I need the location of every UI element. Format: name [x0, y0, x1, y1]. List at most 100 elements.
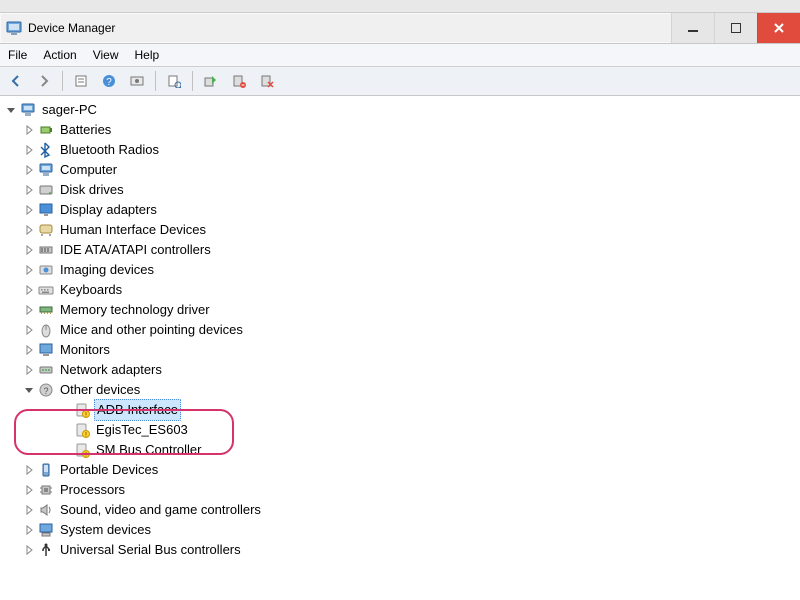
- tree-node-ide-ata-atapi-controllers[interactable]: IDE ATA/ATAPI controllers: [4, 240, 800, 260]
- tree-node-label: Computer: [58, 160, 119, 180]
- tree-node-label: Keyboards: [58, 280, 124, 300]
- tree-node-disk-drives[interactable]: Disk drives: [4, 180, 800, 200]
- expander-closed-icon[interactable]: [22, 143, 36, 157]
- menubar: File Action View Help: [0, 44, 800, 67]
- tree-node-portable-devices[interactable]: Portable Devices: [4, 460, 800, 480]
- tree-node-label: Portable Devices: [58, 460, 160, 480]
- unknown-icon: !: [74, 442, 90, 458]
- menu-action[interactable]: Action: [43, 48, 76, 62]
- tree-node-bluetooth-radios[interactable]: Bluetooth Radios: [4, 140, 800, 160]
- system-icon: [38, 522, 54, 538]
- toolbar-scan-button[interactable]: [162, 69, 186, 93]
- expander-closed-icon[interactable]: [22, 183, 36, 197]
- svg-text:!: !: [85, 433, 87, 439]
- expander-closed-icon[interactable]: [22, 243, 36, 257]
- tree-node-label: Display adapters: [58, 200, 159, 220]
- expander-closed-icon[interactable]: [22, 283, 36, 297]
- expander-closed-icon[interactable]: [22, 163, 36, 177]
- tree-node-egistec-es603[interactable]: ! EgisTec_ES603: [4, 420, 800, 440]
- expander-open-icon[interactable]: [4, 103, 18, 117]
- tree-node-keyboards[interactable]: Keyboards: [4, 280, 800, 300]
- expander-closed-icon[interactable]: [22, 363, 36, 377]
- tree-node-label: Monitors: [58, 340, 112, 360]
- toolbar-back-button[interactable]: [4, 69, 28, 93]
- menu-file[interactable]: File: [8, 48, 27, 62]
- tree-node-system-devices[interactable]: System devices: [4, 520, 800, 540]
- expander-closed-icon[interactable]: [22, 203, 36, 217]
- svg-text:?: ?: [43, 386, 48, 396]
- maximize-button[interactable]: [714, 13, 757, 43]
- tree-node-label: Processors: [58, 480, 127, 500]
- toolbar: ?: [0, 67, 800, 96]
- tree-node-adb-interface[interactable]: ! ADB Interface: [4, 400, 800, 420]
- tree-node-monitors[interactable]: Monitors: [4, 340, 800, 360]
- tree-node-root[interactable]: sager-PC: [4, 100, 800, 120]
- toolbar-properties-button[interactable]: [69, 69, 93, 93]
- menu-help[interactable]: Help: [135, 48, 160, 62]
- tree-node-label: Other devices: [58, 380, 142, 400]
- expander-closed-icon[interactable]: [22, 343, 36, 357]
- usb-icon: [38, 542, 54, 558]
- tree-node-label: EgisTec_ES603: [94, 420, 190, 440]
- tree-node-other-devices[interactable]: ? Other devices: [4, 380, 800, 400]
- expander-closed-icon[interactable]: [22, 523, 36, 537]
- toolbar-disable-button[interactable]: [255, 69, 279, 93]
- expander-closed-icon[interactable]: [22, 263, 36, 277]
- tree-node-human-interface-devices[interactable]: Human Interface Devices: [4, 220, 800, 240]
- memory-icon: [38, 302, 54, 318]
- device-tree[interactable]: sager-PCBatteriesBluetooth RadiosCompute…: [0, 96, 800, 564]
- tree-node-memory-technology-driver[interactable]: Memory technology driver: [4, 300, 800, 320]
- menu-view[interactable]: View: [93, 48, 119, 62]
- unknown-icon: !: [74, 402, 90, 418]
- tree-node-network-adapters[interactable]: Network adapters: [4, 360, 800, 380]
- unknown-icon: !: [74, 422, 90, 438]
- svg-text:!: !: [85, 413, 87, 419]
- expander-closed-icon[interactable]: [22, 223, 36, 237]
- hid-icon: [38, 222, 54, 238]
- background-strip: [0, 0, 800, 13]
- svg-text:?: ?: [106, 77, 112, 88]
- other-icon: ?: [38, 382, 54, 398]
- expander-closed-icon[interactable]: [22, 123, 36, 137]
- expander-open-icon[interactable]: [22, 383, 36, 397]
- tree-node-sm-bus-controller[interactable]: ! SM Bus Controller: [4, 440, 800, 460]
- toolbar-help-button[interactable]: ?: [97, 69, 121, 93]
- computer-icon: [20, 102, 36, 118]
- tree-node-label: sager-PC: [40, 100, 99, 120]
- tree-node-batteries[interactable]: Batteries: [4, 120, 800, 140]
- tree-node-label: Batteries: [58, 120, 113, 140]
- cpu-icon: [38, 482, 54, 498]
- tree-node-computer[interactable]: Computer: [4, 160, 800, 180]
- tree-node-display-adapters[interactable]: Display adapters: [4, 200, 800, 220]
- tree-node-label: ADB Interface: [94, 399, 181, 421]
- window-title: Device Manager: [28, 21, 115, 35]
- toolbar-uninstall-button[interactable]: [227, 69, 251, 93]
- ide-icon: [38, 242, 54, 258]
- tree-node-label: System devices: [58, 520, 153, 540]
- tree-node-sound-video-and-game-controllers[interactable]: Sound, video and game controllers: [4, 500, 800, 520]
- toolbar-separator: [62, 71, 63, 91]
- tree-node-processors[interactable]: Processors: [4, 480, 800, 500]
- tree-node-imaging-devices[interactable]: Imaging devices: [4, 260, 800, 280]
- tree-node-label: Bluetooth Radios: [58, 140, 161, 160]
- battery-icon: [38, 122, 54, 138]
- expander-closed-icon[interactable]: [22, 543, 36, 557]
- close-button[interactable]: [757, 13, 800, 43]
- expander-closed-icon[interactable]: [22, 303, 36, 317]
- tree-node-label: Imaging devices: [58, 260, 156, 280]
- toolbar-show-hidden-button[interactable]: [125, 69, 149, 93]
- expander-closed-icon[interactable]: [22, 323, 36, 337]
- toolbar-update-driver-button[interactable]: [199, 69, 223, 93]
- expander-closed-icon[interactable]: [22, 483, 36, 497]
- toolbar-forward-button[interactable]: [32, 69, 56, 93]
- tree-node-label: SM Bus Controller: [94, 440, 203, 460]
- sound-icon: [38, 502, 54, 518]
- svg-text:!: !: [85, 453, 87, 459]
- tree-node-label: Mice and other pointing devices: [58, 320, 245, 340]
- expander-closed-icon[interactable]: [22, 463, 36, 477]
- toolbar-separator: [192, 71, 193, 91]
- tree-node-mice-and-other-pointing-devices[interactable]: Mice and other pointing devices: [4, 320, 800, 340]
- expander-closed-icon[interactable]: [22, 503, 36, 517]
- tree-node-universal-serial-bus-controllers[interactable]: Universal Serial Bus controllers: [4, 540, 800, 560]
- minimize-button[interactable]: [671, 13, 714, 43]
